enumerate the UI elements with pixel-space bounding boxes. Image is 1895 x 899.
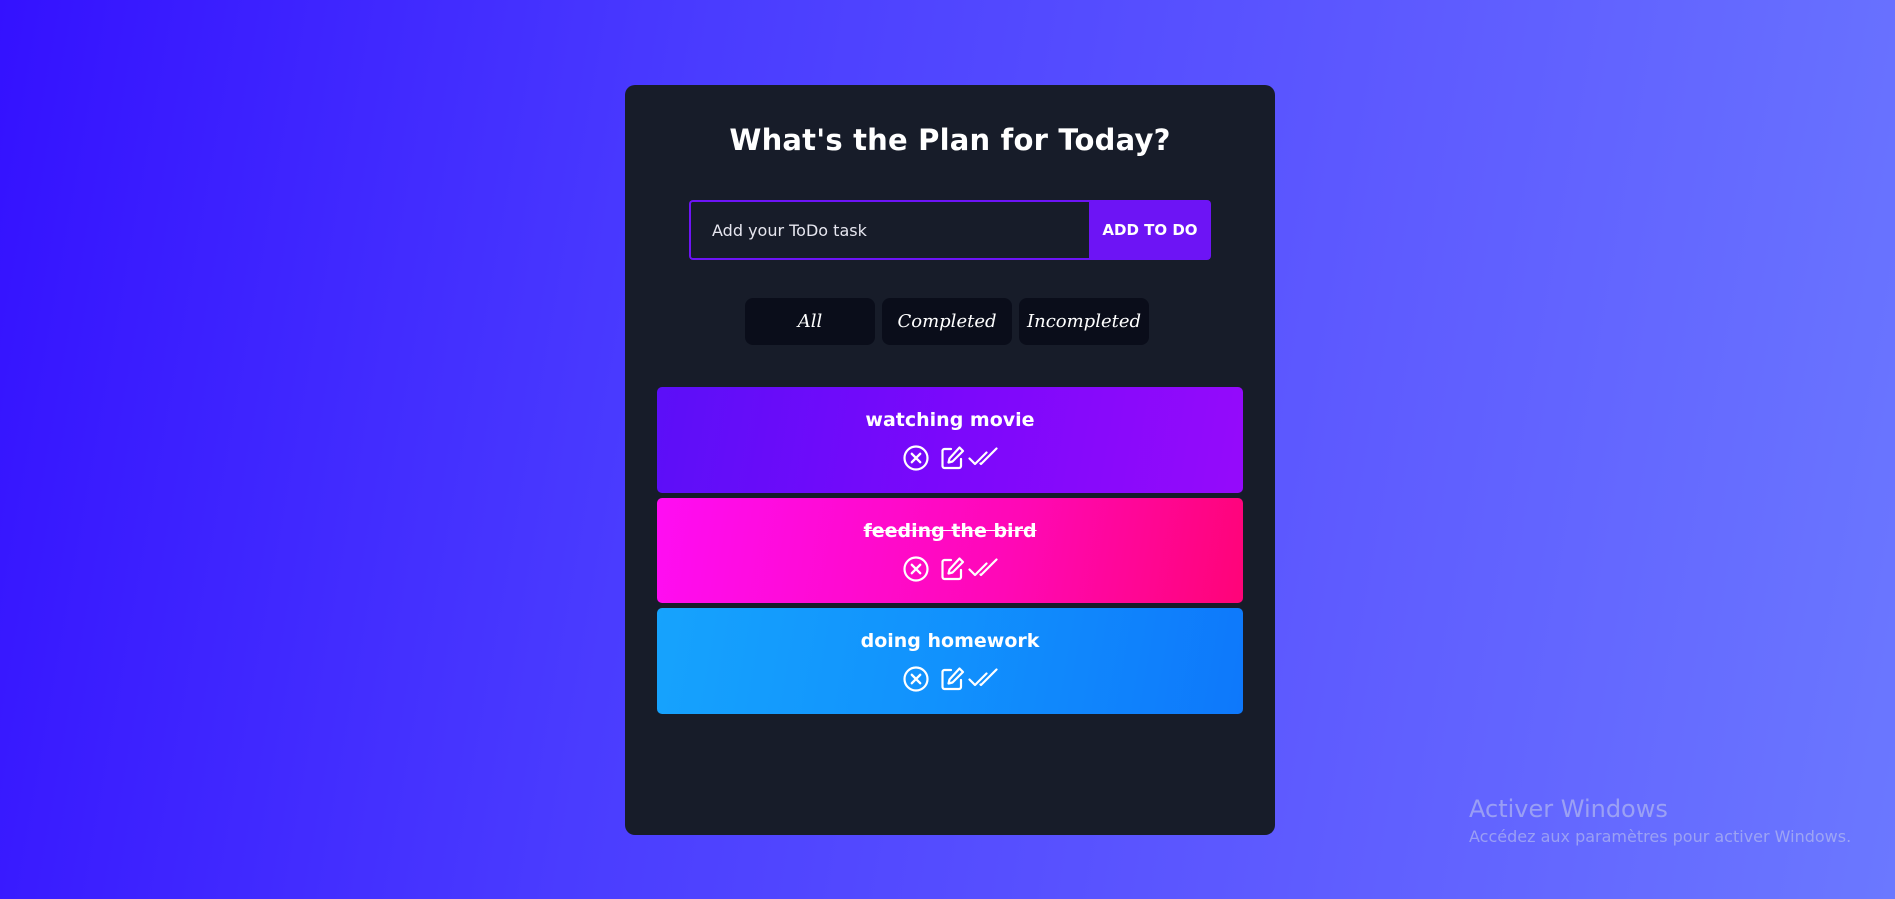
filter-completed-button[interactable]: Completed	[882, 298, 1012, 345]
filter-all-button[interactable]: All	[745, 298, 875, 345]
page-title: What's the Plan for Today?	[729, 123, 1171, 157]
todo-text: watching movie	[865, 409, 1035, 431]
watermark-subtitle: Accédez aux paramètres pour activer Wind…	[1469, 827, 1852, 846]
close-circle-icon[interactable]	[902, 665, 930, 693]
windows-activation-watermark: Activer Windows Accédez aux paramètres p…	[1469, 795, 1851, 846]
close-circle-icon[interactable]	[902, 555, 930, 583]
edit-icon[interactable]	[938, 444, 966, 472]
close-circle-icon[interactable]	[902, 444, 930, 472]
todo-item: feeding the bird	[657, 498, 1243, 603]
todo-actions	[902, 555, 998, 583]
add-todo-form: ADD TO DO	[689, 200, 1211, 260]
edit-icon[interactable]	[938, 555, 966, 583]
todo-actions	[902, 444, 998, 472]
todo-app-panel: What's the Plan for Today? ADD TO DO All…	[625, 85, 1275, 835]
todo-item: doing homework	[657, 608, 1243, 714]
filter-incompleted-button[interactable]: Incompleted	[1019, 298, 1149, 345]
edit-icon[interactable]	[938, 665, 966, 693]
watermark-title: Activer Windows	[1469, 795, 1668, 823]
double-check-icon[interactable]	[968, 444, 998, 472]
todo-list: watching movie feeding the bird doing ho…	[657, 387, 1243, 714]
todo-item: watching movie	[657, 387, 1243, 493]
add-todo-button[interactable]: ADD TO DO	[1089, 200, 1211, 260]
todo-actions	[902, 665, 998, 693]
double-check-icon[interactable]	[968, 665, 998, 693]
todo-text: feeding the bird	[863, 520, 1037, 542]
double-check-icon[interactable]	[968, 555, 998, 583]
todo-input[interactable]	[689, 200, 1089, 260]
filter-bar: All Completed Incompleted	[745, 298, 1149, 345]
todo-text: doing homework	[860, 630, 1040, 652]
